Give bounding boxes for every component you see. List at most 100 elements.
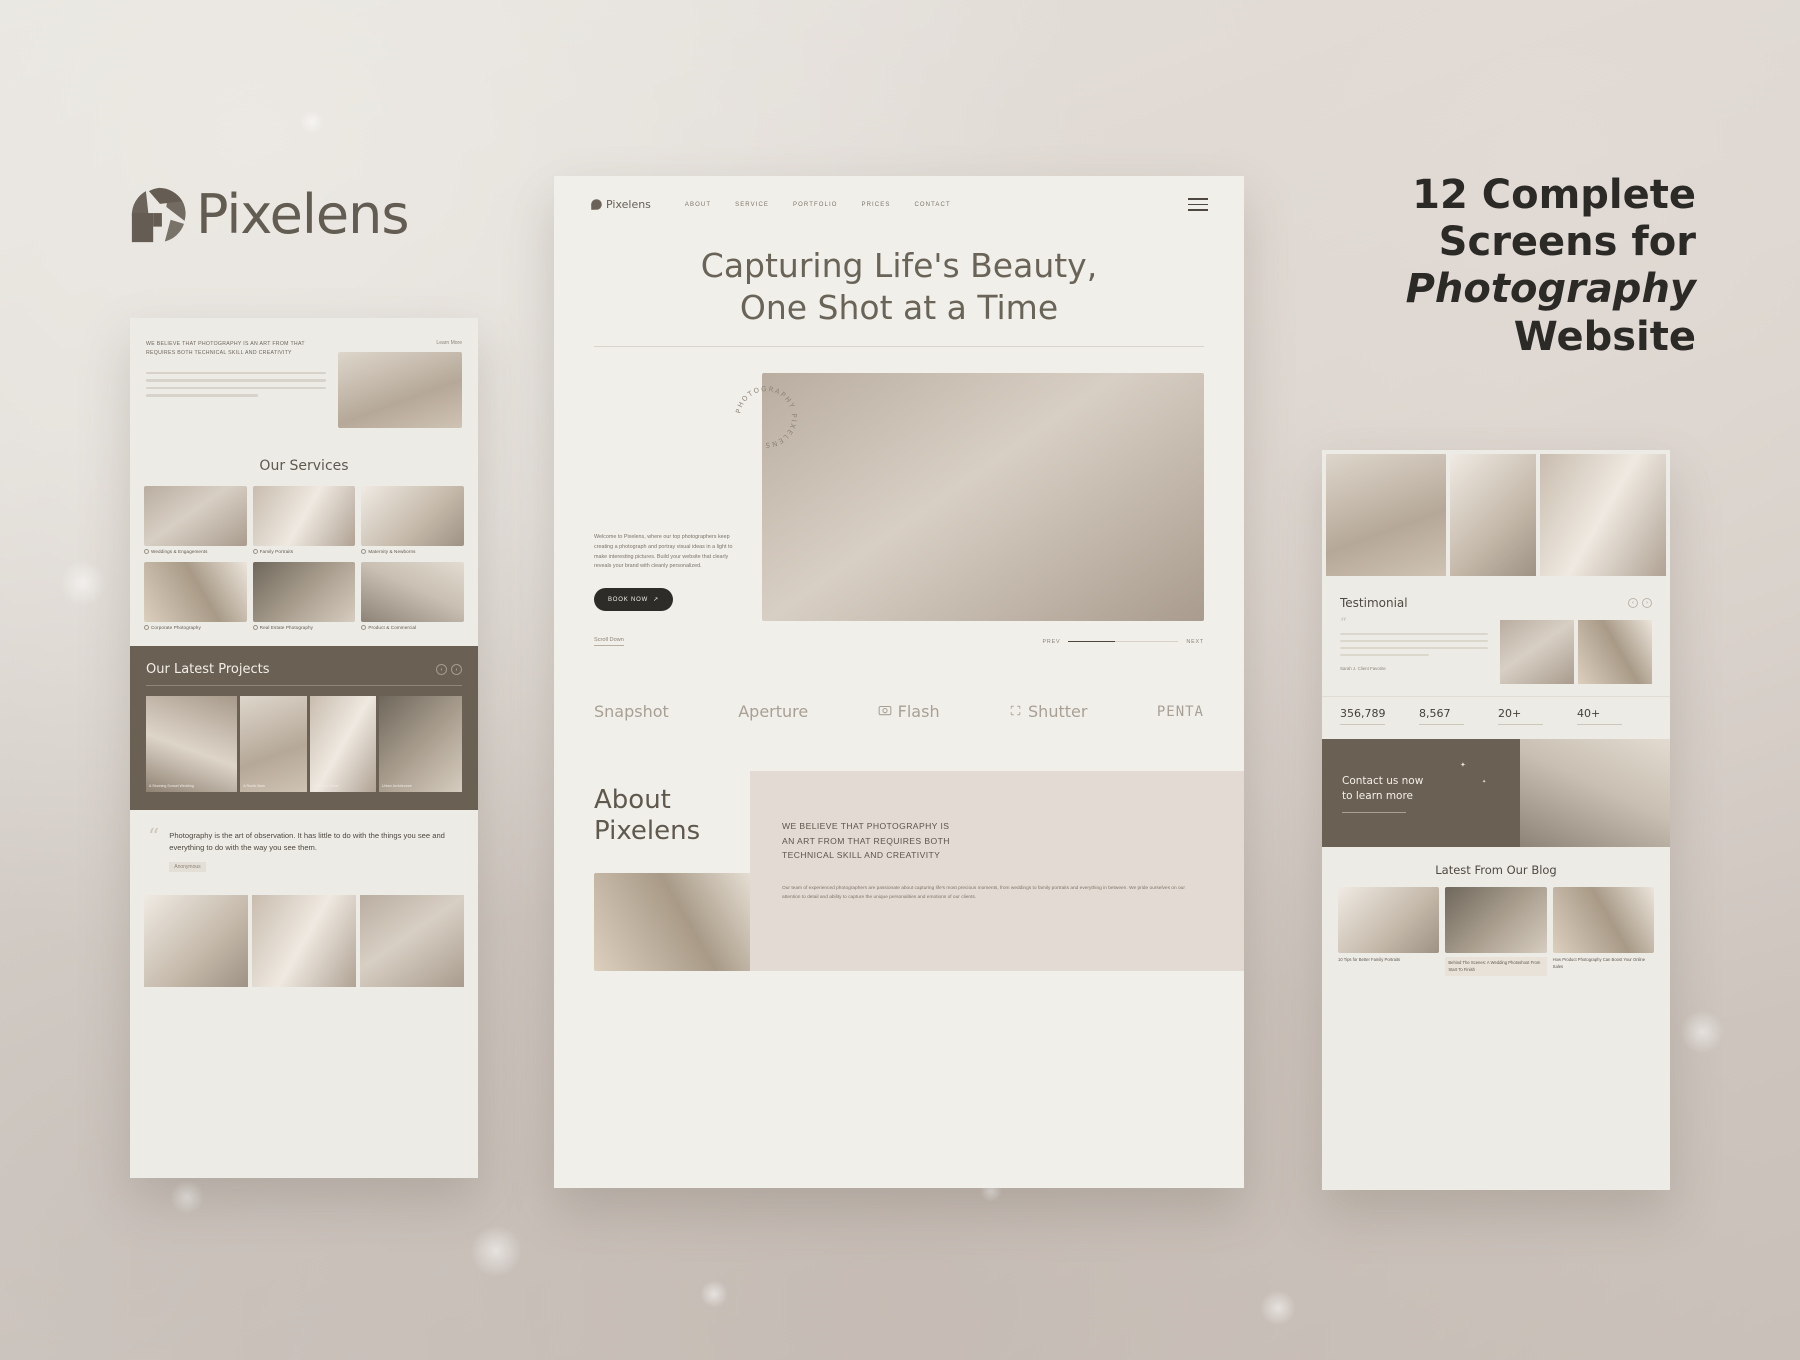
navbar: Pixelens ABOUT SERVICE PORTFOLIO PRICES … [554, 176, 1244, 211]
service-card[interactable]: Family Portraits [252, 486, 356, 554]
testimonial-image [1578, 620, 1652, 684]
blog-card[interactable]: Behind The Scenes: A Wedding Photoshoot … [1445, 887, 1547, 976]
blog-section: Latest From Our Blog 10 Tips for Better … [1322, 847, 1670, 994]
brand-logos-row: Snapshot Aperture Flash Shutter PENTA [594, 702, 1204, 721]
stat-value: 8,567 [1419, 707, 1451, 720]
blog-card[interactable]: How Product Photography Can Boost Your O… [1552, 887, 1654, 976]
blog-card[interactable]: 10 Tips for Better Family Portraits [1338, 887, 1440, 976]
project-label: A Modern Home [312, 784, 339, 789]
testimonial-images [1500, 620, 1652, 684]
project-card[interactable]: A Modern Home [309, 696, 377, 792]
gallery-image[interactable] [1540, 454, 1666, 576]
prev-arrow-icon[interactable]: ‹ [436, 664, 447, 675]
gallery-image[interactable] [1326, 454, 1447, 576]
stat-item: 356,789 [1340, 707, 1415, 726]
arrow-circle-icon [361, 549, 367, 554]
nav-item-prices[interactable]: PRICES [862, 202, 891, 208]
stat-item: 8,567 [1419, 707, 1494, 726]
promo-line-1: 12 Complete [1412, 172, 1696, 218]
service-card[interactable]: Real Estate Photography [252, 562, 356, 630]
pager-prev-label[interactable]: PREV [1043, 639, 1061, 645]
service-label: Corporate Photography [151, 625, 201, 630]
services-grid-row-1: Weddings & Engagements Family Portraits … [130, 486, 478, 554]
gallery-image[interactable] [252, 895, 356, 988]
blog-grid: 10 Tips for Better Family Portraits Behi… [1338, 887, 1654, 976]
right-gallery-top [1322, 450, 1670, 580]
contact-banner[interactable]: ✦ ✦ ✦ Contact us now to learn more [1322, 739, 1670, 848]
service-label: Maternity & Newborns [368, 549, 416, 554]
promo-line-2: Screens for [1438, 219, 1696, 266]
project-card[interactable]: A Stunning Sunset Wedding [146, 696, 238, 792]
project-label: A Stunning Sunset Wedding [149, 784, 194, 789]
about-title-line-2: Pixelens [594, 815, 701, 846]
hero-footer: Scroll Down PREV NEXT [594, 637, 1204, 647]
testimonial-nav[interactable]: ‹ › [1628, 598, 1652, 608]
nav-item-about[interactable]: ABOUT [685, 202, 711, 208]
gallery-image[interactable] [1450, 454, 1537, 576]
prev-arrow-icon[interactable]: ‹ [1628, 598, 1638, 608]
service-card[interactable]: Product & Commercial [361, 562, 464, 630]
hero-pager[interactable]: PREV NEXT [1043, 639, 1204, 645]
left-screen-mockup[interactable]: WE BELIEVE THAT PHOTOGRAPHY IS AN ART FR… [130, 318, 478, 1178]
promo-headline: 12 Complete Screens for Photography Webs… [1276, 172, 1696, 361]
brand-penta: PENTA [1157, 704, 1204, 720]
service-card[interactable]: Corporate Photography [144, 562, 247, 630]
promo-line-4: Website [1513, 313, 1696, 360]
aperture-icon [590, 198, 603, 211]
arrow-circle-icon [252, 625, 258, 630]
right-screen-mockup[interactable]: Testimonial ‹ › “ Sarah J. Client Favori… [1322, 450, 1670, 1190]
brand-aperture-label: Aperture [738, 702, 809, 722]
service-thumb [144, 562, 247, 622]
next-arrow-icon[interactable]: › [1642, 598, 1652, 608]
svg-text:PHOTOGRAPHY PIXELENS: PHOTOGRAPHY PIXELENS [734, 385, 798, 449]
service-thumb [361, 486, 464, 546]
left-hero-tag[interactable]: Learn More [338, 340, 462, 346]
navbar-logo-text: Pixelens [606, 198, 651, 211]
projects-carousel-nav[interactable]: ‹ › [436, 664, 462, 675]
about-statement-line-1: WE BELIEVE THAT PHOTOGRAPHY IS [782, 821, 950, 832]
next-arrow-icon[interactable]: › [451, 664, 462, 675]
about-title-line-1: About [594, 785, 671, 816]
left-hero-section: WE BELIEVE THAT PHOTOGRAPHY IS AN ART FR… [130, 318, 478, 442]
about-statement: WE BELIEVE THAT PHOTOGRAPHY IS AN ART FR… [782, 819, 1198, 863]
gallery-image[interactable] [360, 895, 464, 988]
navbar-logo[interactable]: Pixelens [590, 198, 651, 211]
hero-title-line-1: Capturing Life's Beauty, [700, 246, 1098, 285]
pager-next-label[interactable]: NEXT [1186, 639, 1204, 645]
brand-shutter-label: Shutter [1028, 702, 1088, 722]
quote-mark-icon: “ [148, 825, 160, 850]
stat-value: 40+ [1577, 707, 1601, 720]
divider [594, 346, 1204, 348]
project-label: A Rustic Barn [243, 784, 266, 789]
brand-snapshot-label: Snapshot [594, 702, 669, 722]
blog-title-text: Behind The Scenes: A Wedding Photoshoot … [1445, 957, 1547, 976]
project-card[interactable]: A Rustic Barn [240, 696, 307, 792]
brand-logo: Pixelens [128, 183, 409, 246]
brand-name: Pixelens [196, 183, 409, 246]
scroll-down-link[interactable]: Scroll Down [594, 637, 624, 647]
projects-title: Our Latest Projects [146, 662, 270, 677]
stat-item: 20+ [1498, 707, 1573, 726]
book-now-button[interactable]: BOOK NOW ↗ [594, 588, 673, 612]
stat-item: 40+ [1577, 707, 1652, 726]
blog-thumb [1338, 887, 1440, 954]
nav-item-portfolio[interactable]: PORTFOLIO [793, 202, 837, 208]
quote-section: “ Photography is the art of observation.… [130, 810, 478, 888]
nav-item-service[interactable]: SERVICE [735, 202, 769, 208]
hero-title-line-2: One Shot at a Time [739, 287, 1059, 327]
hamburger-icon[interactable] [1188, 198, 1208, 211]
service-card[interactable]: Maternity & Newborns [361, 486, 464, 554]
service-card[interactable]: Weddings & Engagements [144, 486, 247, 554]
services-title: Our Services [259, 458, 349, 474]
photographer-image [1520, 739, 1670, 848]
nav-item-contact[interactable]: CONTACT [914, 202, 950, 208]
center-screen-mockup[interactable]: Pixelens ABOUT SERVICE PORTFOLIO PRICES … [554, 176, 1244, 1188]
blog-title-text: 10 Tips for Better Family Portraits [1338, 957, 1401, 963]
pager-track[interactable] [1068, 640, 1179, 643]
brand-penta-label: PENTA [1156, 703, 1204, 720]
quote-mark-icon: “ [1340, 616, 1347, 631]
project-card[interactable]: Urban Architecture [379, 696, 462, 792]
hero-image [762, 373, 1204, 622]
gallery-image[interactable] [144, 895, 248, 988]
blog-thumb [1552, 887, 1654, 954]
